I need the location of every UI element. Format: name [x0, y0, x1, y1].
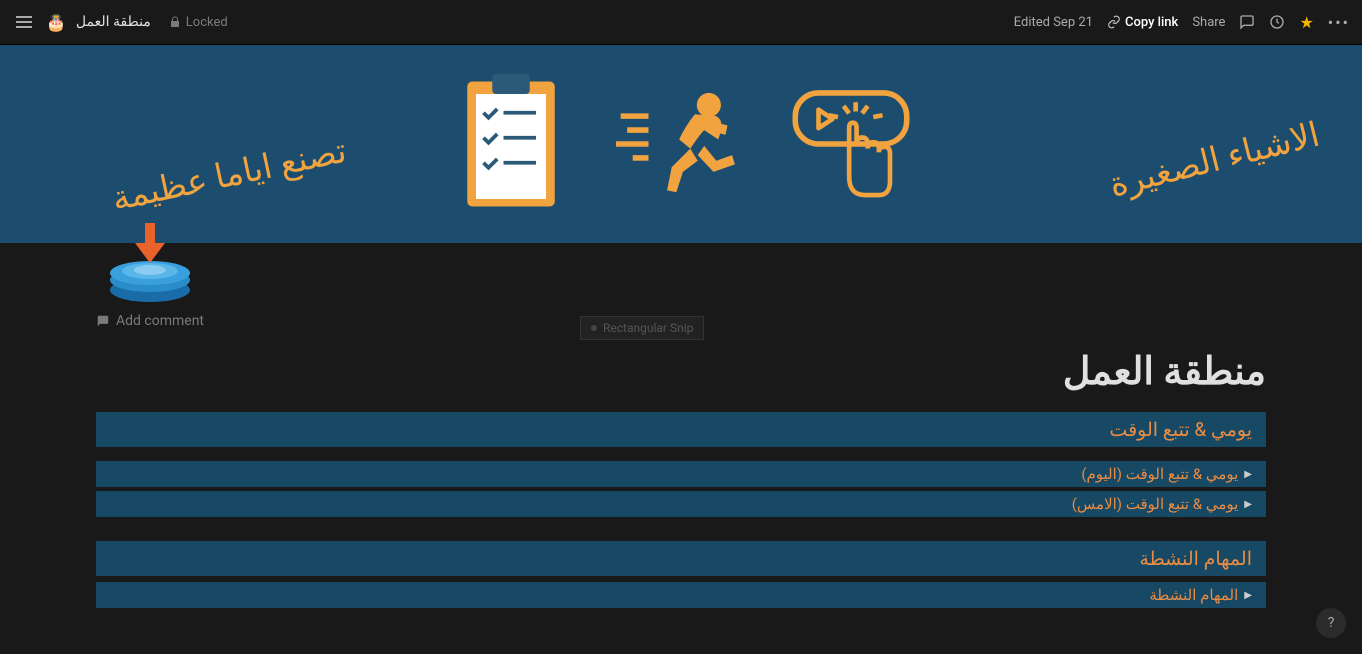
click-icon [786, 69, 916, 219]
snip-overlay: Rectangular Snip [580, 316, 704, 340]
page-content: Add comment منطقة العمل يومي & تتبع الوق… [0, 243, 1362, 632]
locked-label: Locked [186, 15, 228, 30]
link-icon [1107, 15, 1121, 29]
cover-text-right: الاشياء الصغيرة [1105, 115, 1323, 206]
chevron-right-icon: ▶ [1244, 499, 1252, 510]
menu-icon[interactable] [12, 12, 36, 32]
cover-image: تصنع اياما عظيمة الاشياء الصغيرة [0, 45, 1362, 243]
lock-icon [169, 16, 181, 28]
section-header-0[interactable]: يومي & تتبع الوقت [96, 412, 1266, 447]
copy-link-button[interactable]: Copy link [1107, 15, 1178, 30]
topbar-right: Edited Sep 21 Copy link Share ★ ••• [1014, 13, 1350, 32]
edited-label: Edited Sep 21 [1014, 15, 1093, 30]
toggle-row-1-0[interactable]: ▶ المهام النشطة [96, 582, 1266, 608]
toggle-row-0-0[interactable]: ▶ يومي & تتبع الوقت (اليوم) [96, 461, 1266, 487]
runner-icon [616, 69, 746, 219]
cover-text-left: تصنع اياما عظيمة [108, 131, 349, 220]
star-icon[interactable]: ★ [1299, 13, 1313, 32]
page-title[interactable]: منطقة العمل [96, 349, 1266, 394]
comments-icon[interactable] [1239, 14, 1255, 30]
toggle-row-0-1[interactable]: ▶ يومي & تتبع الوقت (الامس) [96, 491, 1266, 517]
clipboard-icon [446, 69, 576, 219]
history-icon[interactable] [1269, 14, 1285, 30]
more-icon[interactable]: ••• [1328, 13, 1350, 32]
breadcrumb-page-name[interactable]: منطقة العمل [76, 14, 151, 30]
section-header-1[interactable]: المهام النشطة [96, 541, 1266, 576]
chevron-right-icon: ▶ [1244, 469, 1252, 480]
page-icon-large[interactable] [100, 208, 200, 308]
lock-indicator: Locked [169, 15, 228, 30]
share-button[interactable]: Share [1192, 15, 1225, 30]
chevron-right-icon: ▶ [1244, 590, 1252, 601]
comment-icon [96, 314, 110, 328]
help-button[interactable]: ? [1316, 608, 1346, 638]
topbar: 🎂 منطقة العمل Locked Edited Sep 21 Copy … [0, 0, 1362, 45]
page-icon-small: 🎂 [46, 13, 66, 32]
